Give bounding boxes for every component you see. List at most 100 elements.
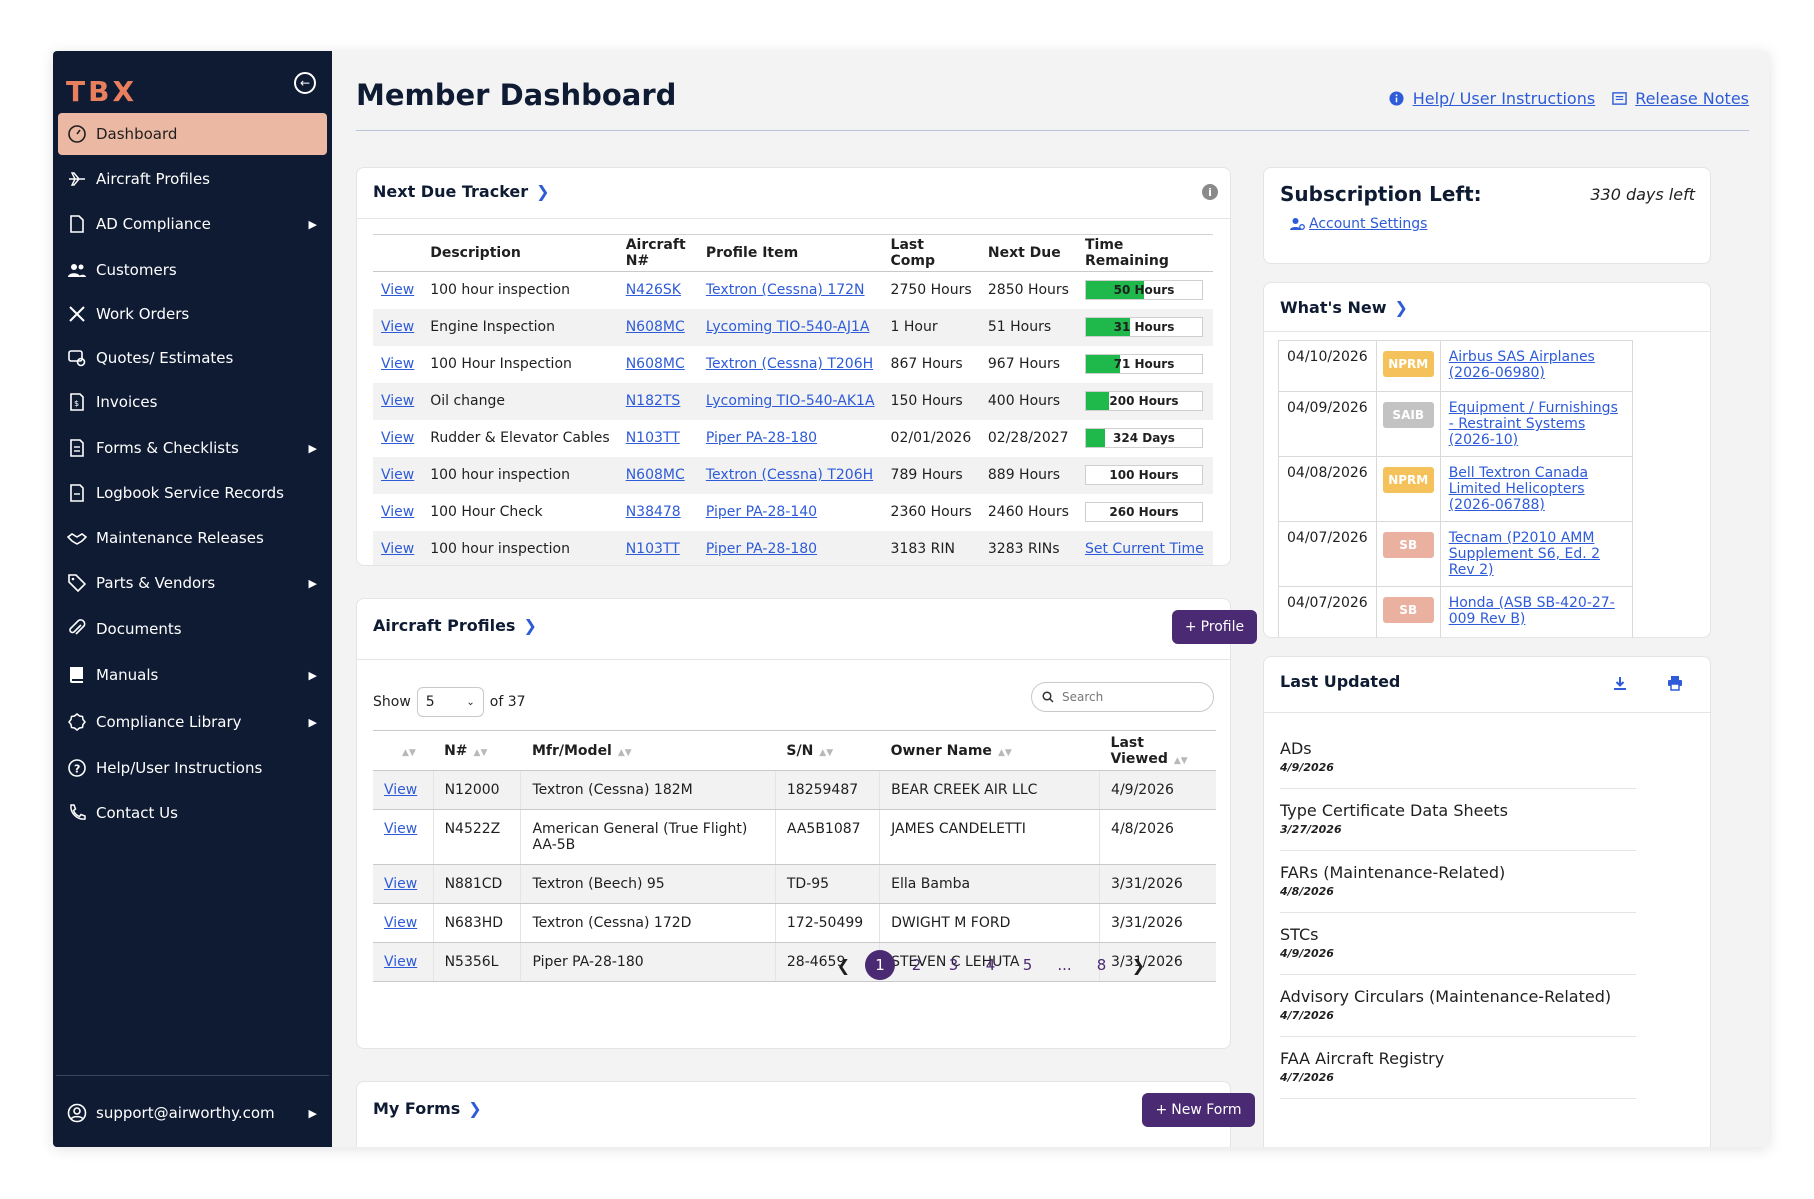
chevron-right-icon: ❯: [1394, 298, 1408, 317]
next-due-header[interactable]: Next Due Tracker ❯: [373, 182, 550, 201]
sidebar-item-aircraft-profiles[interactable]: Aircraft Profiles: [58, 158, 327, 200]
tag-icon: [67, 573, 87, 593]
news-link[interactable]: Bell Textron Canada Limited Helicopters …: [1449, 465, 1588, 513]
column-header[interactable]: S/N ▲▼: [775, 730, 880, 771]
next-page-icon[interactable]: ❯: [1120, 950, 1157, 980]
my-forms-card: My Forms ❯ + New Form: [356, 1081, 1255, 1147]
news-link[interactable]: Tecnam (P2010 AMM Supplement S6, Ed. 2 R…: [1449, 530, 1600, 578]
search-input[interactable]: Search: [1031, 682, 1214, 712]
sidebar-item-work-orders[interactable]: Work Orders: [58, 293, 327, 335]
new-form-button[interactable]: + New Form: [1142, 1093, 1255, 1127]
aircraft-link[interactable]: N426SK: [626, 282, 681, 298]
aircraft-link[interactable]: N608MC: [626, 467, 685, 483]
aircraft-link[interactable]: N182TS: [626, 393, 681, 409]
page-button[interactable]: 1: [865, 950, 895, 980]
sidebar-item-help-user-instructions[interactable]: ? Help/User Instructions: [58, 747, 327, 789]
print-icon[interactable]: [1667, 675, 1683, 695]
page-button[interactable]: 2: [898, 950, 935, 980]
sidebar-item-quotes-estimates[interactable]: Quotes/ Estimates: [58, 337, 327, 379]
news-type-badge: SB: [1382, 597, 1434, 623]
prev-page-icon[interactable]: ❮: [825, 950, 862, 980]
column-header[interactable]: ▲▼: [373, 730, 434, 771]
page-button[interactable]: 8: [1083, 950, 1120, 980]
view-link[interactable]: View: [384, 915, 417, 931]
last-updated-card: Last Updated ADs 4/9/2026 Type Certificate…: [1263, 656, 1711, 1147]
view-link[interactable]: View: [381, 393, 414, 409]
last-comp-cell: 1 Hour: [882, 308, 980, 346]
view-link[interactable]: View: [384, 782, 417, 798]
page-button[interactable]: ...: [1046, 950, 1083, 980]
profile-item-link[interactable]: Piper PA-28-140: [706, 504, 817, 520]
add-profile-button[interactable]: + Profile: [1172, 610, 1257, 644]
sidebar-item-maintenance-releases[interactable]: Maintenance Releases: [58, 517, 327, 559]
news-link[interactable]: Airbus SAS Airplanes (2026-06980): [1449, 349, 1595, 381]
sidebar-item-forms-checklists[interactable]: Forms & Checklists ▶: [58, 427, 327, 469]
sidebar-item-manuals[interactable]: Manuals ▶: [58, 654, 327, 696]
sidebar-item-logbook-service-records[interactable]: Logbook Service Records: [58, 472, 327, 514]
sidebar-item-documents[interactable]: Documents: [58, 608, 327, 650]
my-forms-header[interactable]: My Forms ❯: [373, 1099, 482, 1118]
news-row: 04/09/2026 SAIB Equipment / Furnishings - …: [1278, 391, 1634, 457]
view-link[interactable]: View: [384, 876, 417, 892]
page-button[interactable]: 4: [972, 950, 1009, 980]
profile-item-link[interactable]: Piper PA-28-180: [706, 541, 817, 557]
account-settings-link[interactable]: Account Settings: [1290, 216, 1427, 232]
sidebar-item-contact-us[interactable]: Contact Us: [58, 792, 327, 834]
sidebar-item-ad-compliance[interactable]: AD Compliance ▶: [58, 203, 327, 245]
news-type-badge: NPRM: [1382, 467, 1434, 493]
caret-right-icon: ▶: [308, 668, 317, 682]
last-updated-item: ADs 4/9/2026: [1280, 739, 1636, 789]
column-header[interactable]: Last Viewed ▲▼: [1099, 730, 1216, 771]
help-link[interactable]: Help/ User Instructions: [1389, 89, 1595, 108]
my-forms-title: My Forms: [373, 1099, 461, 1118]
download-icon[interactable]: [1612, 675, 1628, 695]
sidebar-item-label: Maintenance Releases: [96, 529, 264, 547]
user-menu[interactable]: support@airworthy.com ▶: [58, 1092, 327, 1134]
last-updated-date: 4/9/2026: [1280, 947, 1334, 960]
whats-new-header[interactable]: What's New ❯: [1280, 298, 1408, 317]
column-header[interactable]: Owner Name ▲▼: [879, 730, 1100, 771]
sidebar-item-compliance-library[interactable]: Compliance Library ▶: [58, 701, 327, 743]
set-current-time-link[interactable]: Set Current Time: [1085, 541, 1204, 557]
page-size-select[interactable]: 5 ⌄: [416, 687, 484, 717]
page-button[interactable]: 5: [1009, 950, 1046, 980]
profile-item-link[interactable]: Textron (Cessna) T206H: [706, 356, 873, 372]
news-link[interactable]: Equipment / Furnishings - Restraint Syst…: [1449, 400, 1618, 448]
view-link[interactable]: View: [381, 467, 414, 483]
aircraft-link[interactable]: N103TT: [626, 541, 680, 557]
aircraft-link[interactable]: N608MC: [626, 319, 685, 335]
profile-item-link[interactable]: Piper PA-28-180: [706, 430, 817, 446]
column-header[interactable]: Mfr/Model ▲▼: [520, 730, 776, 771]
view-link[interactable]: View: [381, 430, 414, 446]
aircraft-link[interactable]: N38478: [626, 504, 681, 520]
aircraft-link[interactable]: N103TT: [626, 430, 680, 446]
page-button[interactable]: 3: [935, 950, 972, 980]
view-link[interactable]: View: [381, 282, 414, 298]
profile-item-link[interactable]: Textron (Cessna) 172N: [706, 282, 865, 298]
news-row: 04/07/2026 SB Honda (ASB SB-420-27-009 Rev…: [1278, 586, 1634, 637]
view-link[interactable]: View: [384, 954, 417, 970]
aircraft-profiles-header[interactable]: Aircraft Profiles ❯: [373, 616, 537, 635]
user-circle-icon: [67, 1103, 87, 1123]
sidebar-item-dashboard[interactable]: Dashboard: [58, 113, 327, 155]
view-link[interactable]: View: [381, 356, 414, 372]
sidebar-item-customers[interactable]: Customers: [58, 249, 327, 291]
profile-item-link[interactable]: Lycoming TIO-540-AK1A: [706, 393, 875, 409]
view-link[interactable]: View: [384, 821, 417, 837]
sidebar-item-invoices[interactable]: $ Invoices: [58, 381, 327, 423]
next-due-card: Next Due Tracker ❯ i Description Aircraft…: [356, 167, 1231, 566]
column-header[interactable]: N# ▲▼: [433, 730, 521, 771]
aircraft-link[interactable]: N608MC: [626, 356, 685, 372]
release-notes-link[interactable]: Release Notes: [1611, 89, 1749, 108]
sidebar-item-parts-vendors[interactable]: Parts & Vendors ▶: [58, 562, 327, 604]
owner-cell: JAMES CANDELETTI: [879, 809, 1100, 865]
airplane-icon: [67, 169, 87, 189]
profile-item-link[interactable]: Lycoming TIO-540-AJ1A: [706, 319, 870, 335]
view-link[interactable]: View: [381, 541, 414, 557]
collapse-sidebar-icon[interactable]: ←: [294, 72, 316, 94]
profile-item-link[interactable]: Textron (Cessna) T206H: [706, 467, 873, 483]
view-link[interactable]: View: [381, 504, 414, 520]
info-icon[interactable]: i: [1202, 184, 1218, 200]
view-link[interactable]: View: [381, 319, 414, 335]
news-link[interactable]: Honda (ASB SB-420-27-009 Rev B): [1449, 595, 1615, 627]
